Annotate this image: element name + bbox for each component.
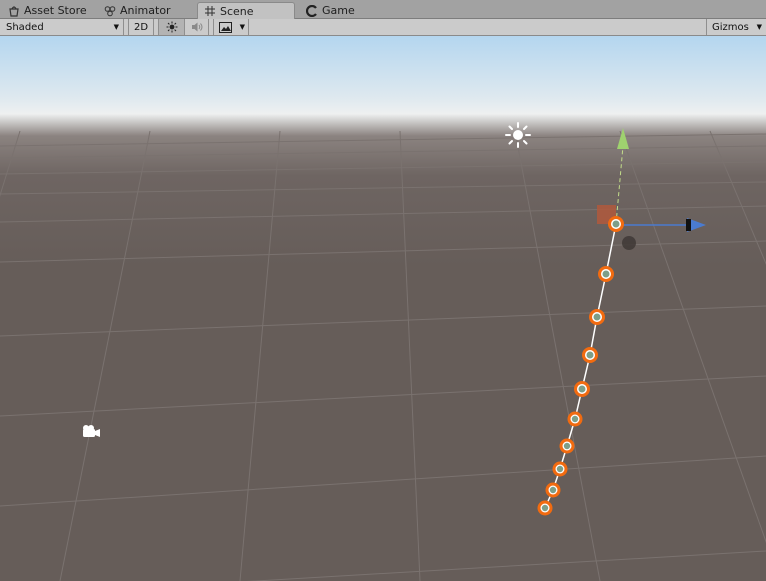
- ground-grid: [0, 130, 766, 581]
- camera-icon[interactable]: [83, 425, 100, 437]
- speaker-icon: [191, 22, 202, 32]
- dropdown-arrow-icon: ▼: [113, 23, 119, 31]
- scene-audio-toggle[interactable]: [185, 19, 209, 35]
- pivot-shadow: [622, 236, 636, 250]
- scene-canvas: [0, 122, 766, 581]
- tab-label: Game: [322, 4, 355, 17]
- chain-link[interactable]: [552, 461, 568, 477]
- tab-game[interactable]: Game: [300, 2, 361, 19]
- chain-link[interactable]: [582, 347, 598, 363]
- dropdown-arrow-icon: ▼: [756, 23, 762, 31]
- y-axis-line: [615, 145, 624, 225]
- tab-scene[interactable]: Scene: [197, 2, 295, 19]
- scene-lighting-toggle[interactable]: [158, 19, 185, 35]
- game-icon: [306, 4, 317, 17]
- y-axis-handle[interactable]: [617, 128, 629, 149]
- chain-link[interactable]: [608, 216, 624, 232]
- tab-label: Scene: [220, 4, 254, 18]
- tab-animator[interactable]: Animator: [98, 2, 177, 19]
- shading-mode-label: Shaded: [6, 21, 44, 33]
- 2d-label: 2D: [133, 21, 149, 33]
- animator-icon: [104, 5, 116, 16]
- chain-link[interactable]: [574, 381, 590, 397]
- chain-link[interactable]: [589, 309, 605, 325]
- chain-links: [537, 216, 624, 516]
- z-axis-handle[interactable]: [686, 219, 691, 231]
- chain-link[interactable]: [559, 438, 575, 454]
- image-icon: [219, 21, 232, 33]
- tab-bar: Asset Store Animator Scene Game: [0, 0, 766, 19]
- directional-light-icon[interactable]: [505, 122, 531, 148]
- scene-toolbar: Shaded ▼ 2D ▼ Gizmos ▼: [0, 19, 766, 36]
- tab-label: Animator: [120, 4, 171, 17]
- shading-mode-dropdown[interactable]: Shaded ▼: [0, 19, 124, 35]
- 2d-toggle-button[interactable]: 2D: [128, 19, 154, 35]
- scene-viewport[interactable]: [0, 36, 766, 581]
- dropdown-arrow-icon: ▼: [239, 23, 245, 31]
- tab-asset-store[interactable]: Asset Store: [2, 2, 93, 19]
- chain-link[interactable]: [545, 482, 561, 498]
- sun-icon: [166, 21, 177, 33]
- tab-label: Asset Store: [24, 4, 87, 17]
- chain-link[interactable]: [537, 500, 553, 516]
- gizmos-label: Gizmos: [712, 21, 749, 33]
- chain-link[interactable]: [567, 411, 583, 427]
- scene-grid-icon: [205, 6, 215, 16]
- gizmos-dropdown[interactable]: Gizmos ▼: [706, 19, 766, 35]
- scene-effects-dropdown[interactable]: ▼: [213, 19, 249, 35]
- chain-link[interactable]: [598, 266, 614, 282]
- asset-store-icon: [9, 5, 19, 17]
